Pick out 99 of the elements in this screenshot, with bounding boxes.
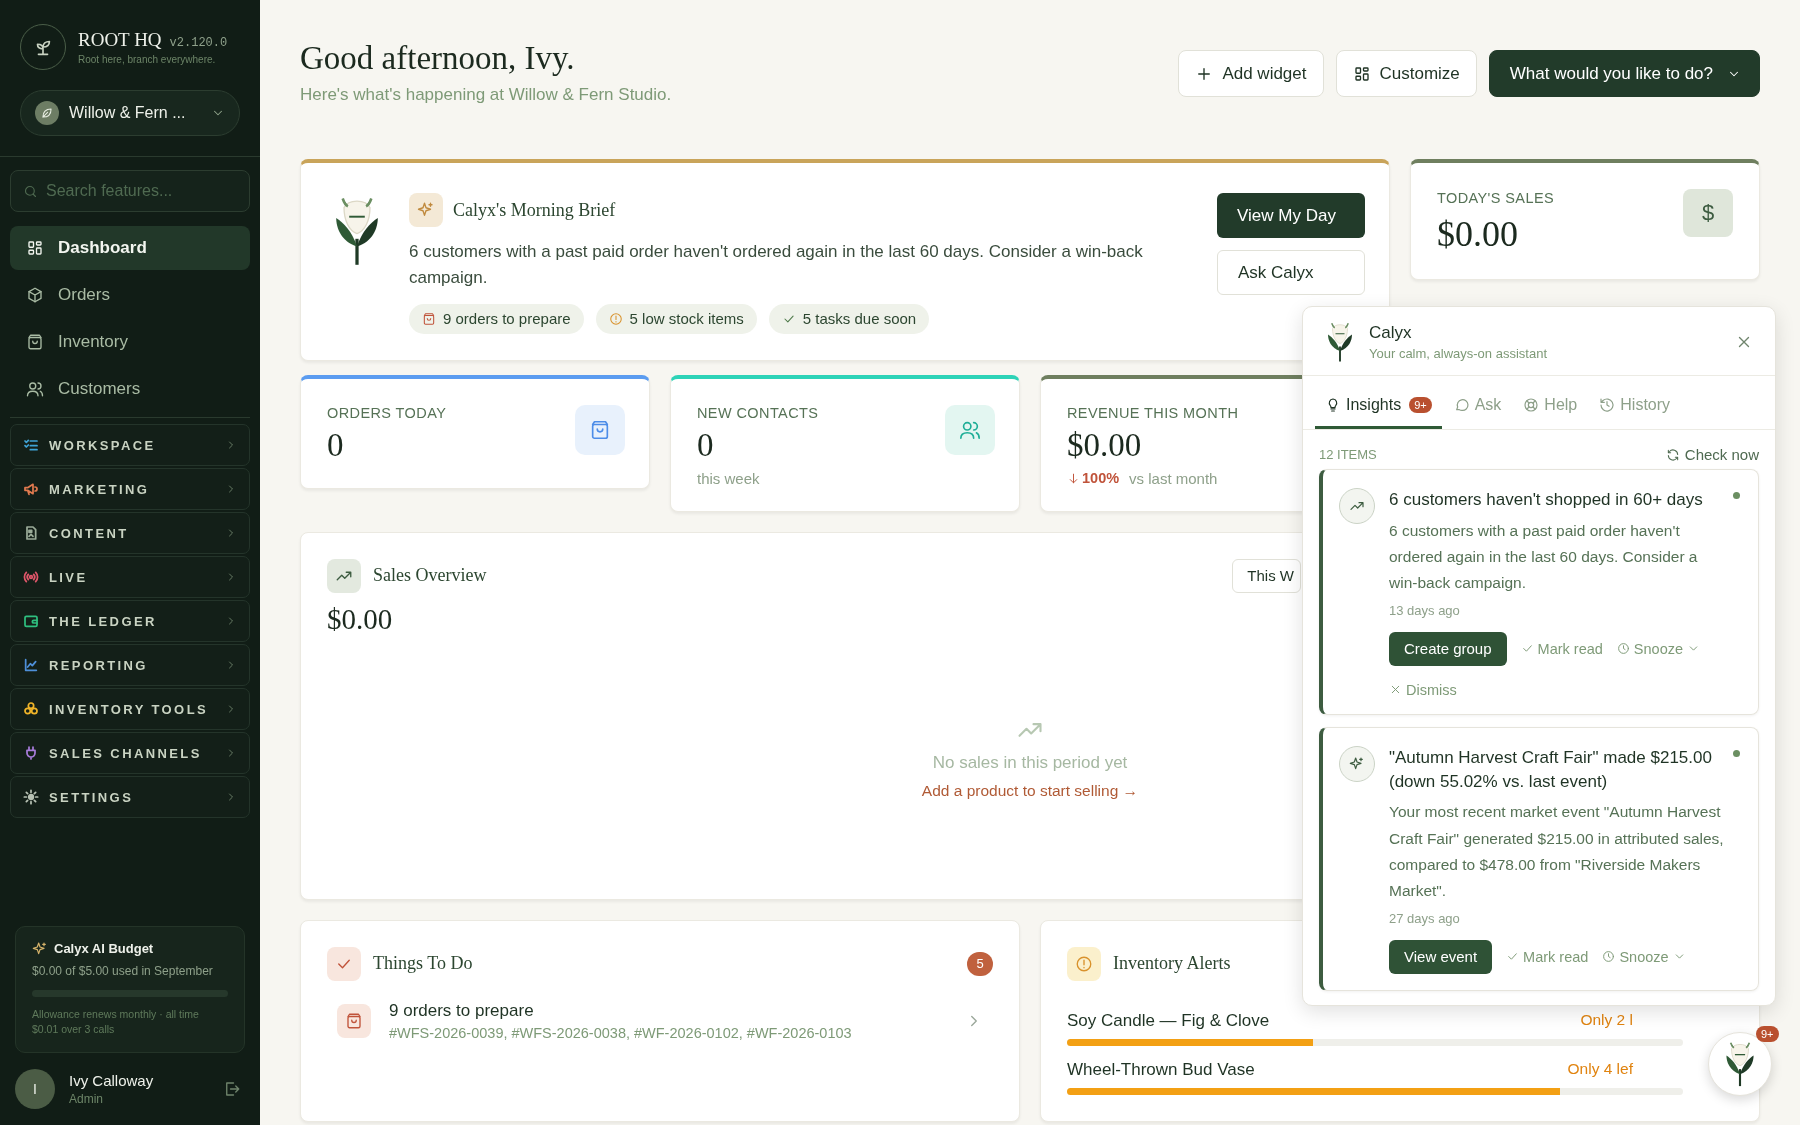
section-item[interactable]: LIVE: [10, 556, 250, 598]
nav-item[interactable]: Inventory: [10, 320, 250, 364]
stat-label: TODAY'S SALES: [1437, 190, 1555, 206]
section-item[interactable]: INVENTORY TOOLS: [10, 688, 250, 730]
stat-value: $0.00: [1067, 426, 1143, 464]
store-switcher[interactable]: Willow & Fern ...: [20, 90, 240, 136]
brand-name: ROOT HQ: [78, 29, 162, 51]
section-item[interactable]: SETTINGS: [10, 776, 250, 818]
add-widget-button[interactable]: Add widget: [1178, 50, 1324, 97]
bag-icon: [589, 418, 611, 441]
arrow-down-icon: [1067, 471, 1080, 485]
stock-status: Only 2 l: [1580, 1010, 1633, 1030]
budget-usage: $0.00 of $5.00 used in September: [32, 962, 214, 980]
insight-time: 27 days ago: [1389, 910, 1461, 926]
insight-text: 6 customers with a past paid order haven't ordered again in the last 60 days. Consider a win-back campaign.: [1389, 520, 1699, 594]
overview-value: $0.00: [327, 602, 393, 636]
section-item[interactable]: SALES CHANNELS: [10, 732, 250, 774]
check-now-button[interactable]: Check now: [1665, 446, 1759, 463]
nav-item[interactable]: Orders: [10, 273, 250, 317]
tab-badge: 9+: [1409, 397, 1432, 413]
leaf-icon: [40, 106, 54, 120]
view-day-button[interactable]: View My Day: [1217, 193, 1365, 238]
sparkle-icon: [32, 940, 48, 957]
items-count: 12 ITEMS: [1319, 447, 1377, 462]
product-name: Wheel-Thrown Bud Vase: [1067, 1059, 1255, 1080]
inventory-title: Inventory Alerts: [1113, 953, 1231, 975]
stat-label: NEW CONTACTS: [697, 404, 819, 421]
lifebuoy-icon: [1523, 397, 1540, 413]
ask-button[interactable]: Ask Calyx: [1217, 250, 1365, 295]
insight-time: 13 days ago: [1389, 602, 1461, 618]
nav-icon: [26, 286, 44, 304]
insight-title: 6 customers haven't shopped in 60+ days: [1389, 489, 1704, 511]
stat-label: REVENUE THIS MONTH: [1067, 404, 1239, 421]
todo-item[interactable]: 9 orders to prepare #WFS-2026-0039, #WFS-2026-0038, #WF-2026-0102, #WF-2026-0103: [327, 1000, 993, 1041]
stat-value: 0: [697, 426, 715, 464]
nav-icon: [26, 239, 44, 257]
change-value: 100%: [1067, 470, 1120, 487]
greeting-subtitle: Here's what's happening at Willow & Fern Studio.: [300, 85, 672, 105]
alert-icon: [608, 311, 623, 326]
nav-icon: [26, 333, 44, 351]
assistant-tagline: Your calm, always-on assistant: [1369, 346, 1548, 361]
greeting-title: Good afternoon, Ivy.: [300, 40, 576, 77]
overview-title: Sales Overview: [373, 565, 487, 587]
add-product-link[interactable]: Add a product to start selling →: [921, 781, 1139, 800]
summary-chip[interactable]: 5 tasks due soon: [768, 303, 930, 334]
period-select[interactable]: This W: [1232, 558, 1301, 593]
brief-title: Calyx's Morning Brief: [453, 199, 616, 221]
section-item[interactable]: THE LEDGER: [10, 600, 250, 642]
summary-chip[interactable]: 9 orders to prepare: [409, 303, 584, 334]
stat-note: vs last month: [1129, 469, 1218, 487]
alert-icon: [1075, 954, 1093, 973]
mascot-drawing: [1325, 321, 1355, 363]
version-label: v2.120.0: [169, 36, 228, 50]
insight-text: Your most recent market event "Autumn Harvest Craft Fair" generated $215.00 in attributed sales, compared to $478.00 from "Riverside Makers Market".: [1389, 802, 1725, 902]
brand-tagline: Root here, branch everywhere.: [78, 54, 217, 65]
bag-icon: [422, 311, 436, 326]
assistant-name: Calyx: [1369, 323, 1413, 343]
sparkle-icon: [417, 201, 435, 219]
fab-badge: 9+: [1756, 1026, 1779, 1042]
stat-value: 0: [327, 426, 345, 464]
grid-icon: [1352, 64, 1371, 83]
insight-action-button[interactable]: View event: [1389, 939, 1493, 974]
insight-action-button[interactable]: Create group: [1389, 631, 1507, 666]
nav-icon: [26, 380, 44, 398]
refresh-icon: [1665, 447, 1680, 462]
dollar-badge: $: [1683, 189, 1733, 237]
logout-icon: [223, 1080, 241, 1098]
clock-icon: [1602, 950, 1616, 964]
budget-note: Allowance renews monthly · all time $0.01 over 3 calls: [32, 1006, 200, 1038]
customize-button[interactable]: Customize: [1335, 50, 1477, 97]
actions-dropdown-button[interactable]: What would you like to do?: [1488, 50, 1760, 97]
section-item[interactable]: WORKSPACE: [10, 424, 250, 466]
empty-message: No sales in this period yet: [932, 752, 1128, 773]
user-name: Ivy Calloway: [69, 1072, 155, 1089]
section-item[interactable]: CONTENT: [10, 512, 250, 554]
stat-note: this week: [697, 469, 761, 487]
section-item[interactable]: MARKETING: [10, 468, 250, 510]
stat-value: $0.00: [1437, 213, 1519, 255]
panel-tab[interactable]: Insights 9+: [1315, 388, 1442, 429]
nav-item[interactable]: Dashboard: [10, 226, 250, 270]
user-avatar: I: [15, 1069, 55, 1109]
clock-icon: [1616, 642, 1630, 656]
summary-chip[interactable]: 5 low stock items: [595, 303, 757, 334]
todo-count: 5: [967, 951, 993, 976]
section-item[interactable]: REPORTING: [10, 644, 250, 686]
user-role: Admin: [69, 1092, 104, 1106]
budget-title: Calyx AI Budget: [54, 941, 154, 957]
search-field[interactable]: Search features...: [10, 170, 250, 212]
chat-icon: [1453, 397, 1470, 413]
nav-item[interactable]: Customers: [10, 367, 250, 411]
history-icon: [1599, 397, 1616, 413]
todo-title: Things To Do: [373, 953, 473, 975]
insight-title: "Autumn Harvest Craft Fair" made $215.00 (down 55.02% vs. last event): [1389, 746, 1713, 793]
stat-label: ORDERS TODAY: [327, 404, 447, 421]
product-name: Soy Candle — Fig & Clove: [1067, 1010, 1270, 1031]
sparkle-icon: [1349, 755, 1365, 772]
bag-icon: [345, 1011, 363, 1030]
brief-text: 6 customers with a past paid order haven't ordered again in the last 60 days. Consider a win-back campaign.: [409, 241, 1144, 290]
stock-status: Only 4 lef: [1567, 1059, 1633, 1079]
